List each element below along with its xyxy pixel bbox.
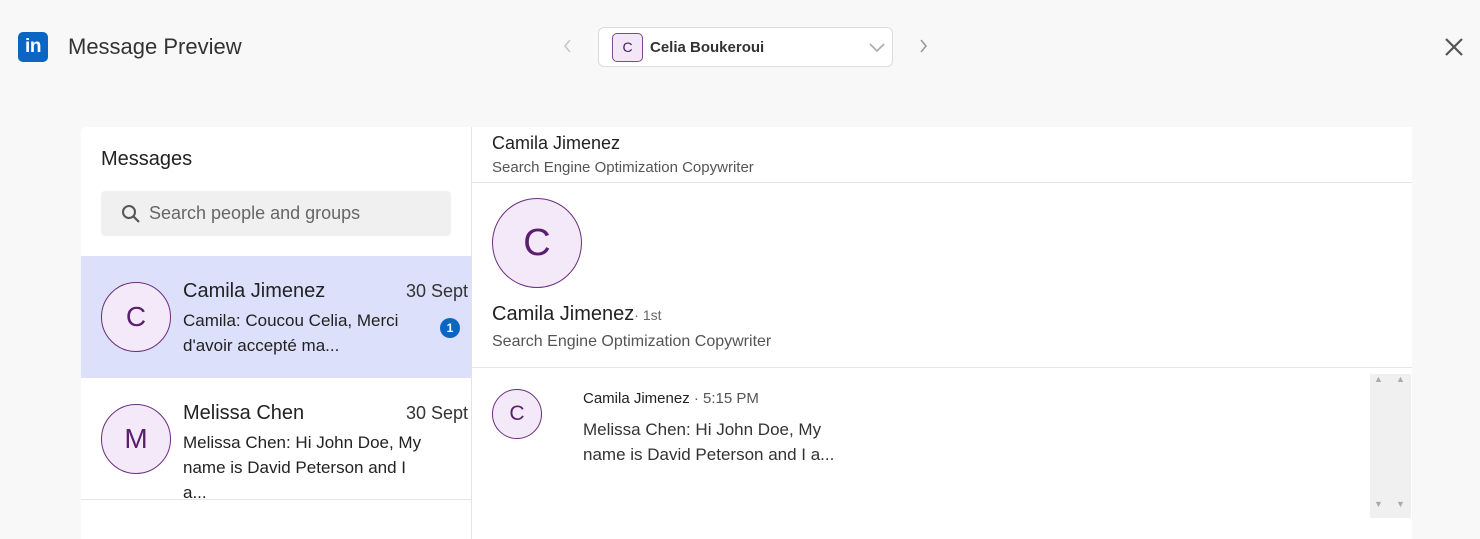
panel-title: Messages: [101, 148, 193, 170]
message-sender: Camila Jimenez: [583, 390, 690, 407]
scroll-down-icon[interactable]: ▼: [1374, 499, 1383, 509]
message-body: Melissa Chen: Hi John Doe, My name is Da…: [583, 420, 835, 464]
message-avatar: C: [492, 389, 542, 439]
scrollbar[interactable]: ▲ ▲ ▼ ▼: [1370, 374, 1411, 518]
conversation-item[interactable]: C Camila Jimenez 30 Sept Camila: Coucou …: [81, 256, 471, 378]
conversation-date: 30 Sept: [405, 281, 468, 301]
chevron-down-icon: [869, 43, 885, 53]
profile-name[interactable]: Camila Jimenez· 1st: [492, 303, 662, 326]
message-time: · 5:15 PM: [693, 390, 759, 407]
top-bar: in Message Preview C Celia Boukeroui: [0, 0, 1480, 95]
profile-card: C Camila Jimenez· 1st Search Engine Opti…: [472, 183, 1412, 368]
message-header: Camila Jimenez · 5:15 PM: [583, 390, 759, 407]
conversation-list-panel: Messages C Camila Jimenez 30 Sept Camila…: [81, 127, 471, 539]
account-name: Celia Boukeroui: [650, 39, 765, 56]
avatar: C: [101, 282, 171, 352]
profile-avatar[interactable]: C: [492, 198, 582, 288]
conversation-detail-panel: Camila Jimenez Search Engine Optimizatio…: [471, 127, 1412, 539]
search-input[interactable]: [149, 191, 439, 236]
search-box[interactable]: [101, 191, 451, 236]
conversation-date: 30 Sept: [405, 403, 468, 423]
contact-headline: Search Engine Optimization Copywriter: [492, 159, 754, 176]
chevron-right-icon[interactable]: [913, 36, 933, 58]
conversation-name: Camila Jimenez: [183, 280, 326, 302]
profile-name-text[interactable]: Camila Jimenez: [492, 303, 634, 325]
close-icon[interactable]: [1443, 36, 1465, 58]
page-title: Message Preview: [68, 34, 242, 59]
scroll-down-icon[interactable]: ▼: [1396, 499, 1405, 509]
message-list: C Camila Jimenez · 5:15 PM Melissa Chen:…: [472, 368, 1412, 539]
search-icon: [122, 205, 140, 223]
chevron-left-icon[interactable]: [558, 36, 578, 58]
profile-headline: Search Engine Optimization Copywriter: [492, 333, 772, 350]
conversation-name: Melissa Chen: [183, 402, 305, 424]
conversation-preview: Melissa Chen: Hi John Doe, My name is Da…: [183, 433, 422, 502]
linkedin-logo-icon: in: [18, 32, 48, 62]
account-select[interactable]: C Celia Boukeroui: [598, 27, 893, 67]
connection-degree: · 1st: [634, 307, 662, 323]
scroll-up-icon[interactable]: ▲: [1374, 374, 1383, 384]
avatar: M: [101, 404, 171, 474]
conversation-preview: Camila: Coucou Celia, Merci d'avoir acce…: [183, 311, 399, 355]
unread-badge: 1: [440, 318, 460, 338]
account-avatar: C: [612, 33, 643, 62]
contact-name[interactable]: Camila Jimenez: [492, 133, 620, 154]
conversation-header: Camila Jimenez Search Engine Optimizatio…: [472, 127, 1412, 183]
scroll-up-icon[interactable]: ▲: [1396, 374, 1405, 384]
conversation-item[interactable]: M Melissa Chen 30 Sept Melissa Chen: Hi …: [81, 378, 471, 502]
